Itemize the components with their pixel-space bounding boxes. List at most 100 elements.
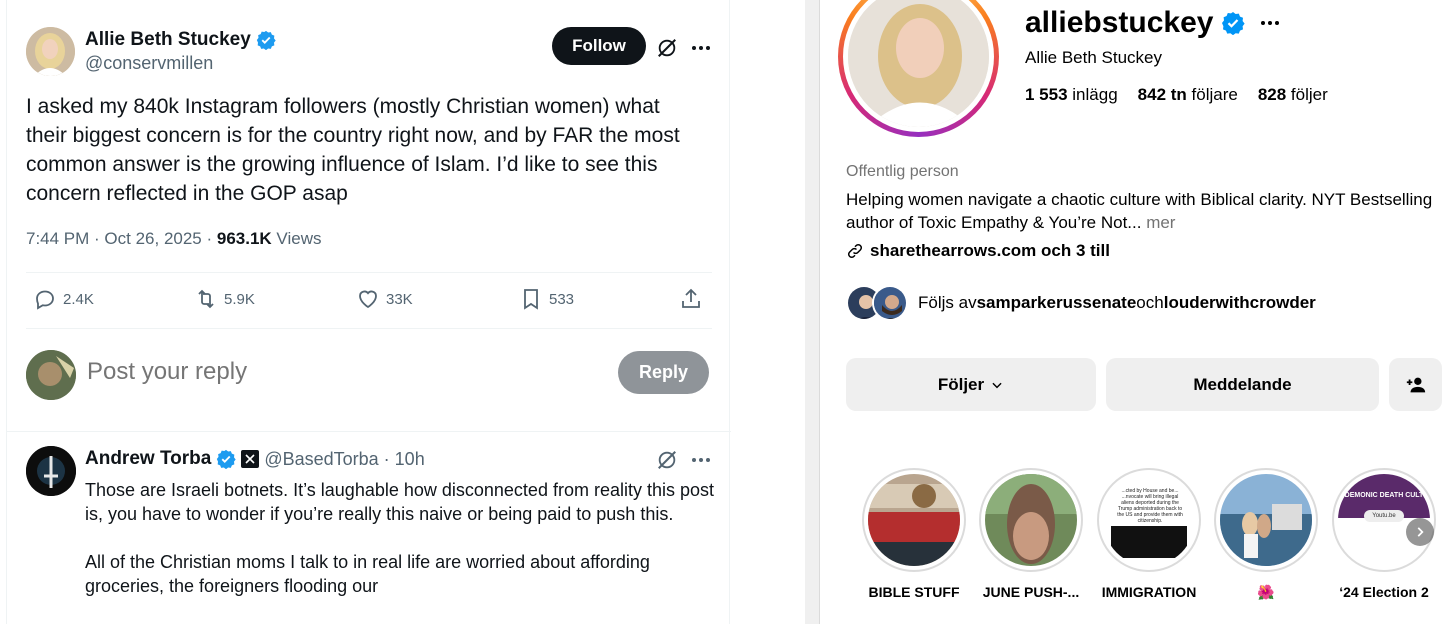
like-count: 33K <box>386 290 413 308</box>
more-options-icon[interactable] <box>689 36 713 60</box>
highlight-label: 🌺 <box>1257 584 1275 600</box>
profile-link-text[interactable]: sharethearrows.com och 3 till <box>870 241 1110 261</box>
username-text: alliebstuckey <box>1025 6 1214 39</box>
mutual-name[interactable]: louderwithcrowder <box>1164 293 1316 313</box>
posts-label: inlägg <box>1067 85 1118 104</box>
reply-time[interactable]: · 10h <box>384 449 425 470</box>
x-post-panel: Allie Beth Stuckey @conservmillen Follow… <box>0 0 805 624</box>
x-post-card: Allie Beth Stuckey @conservmillen Follow… <box>6 0 731 624</box>
follow-button[interactable]: Follow <box>552 27 646 65</box>
panel-divider <box>805 0 820 624</box>
views-count: 963.1K <box>216 229 272 248</box>
profile-avatar-story-ring[interactable] <box>838 0 999 137</box>
highlight-june-push[interactable]: JUNE PUSH-... <box>979 468 1083 600</box>
reply-paragraph: Those are Israeli botnets. It’s laughabl… <box>85 480 715 524</box>
reply-author-name[interactable]: Andrew Torba @BasedTorba · 10h <box>85 448 425 470</box>
highlight-immigration[interactable]: ...cted by House and be... ...nvocate wi… <box>1097 468 1201 600</box>
author-name-text[interactable]: Allie Beth Stuckey <box>85 29 251 51</box>
grok-icon[interactable] <box>655 36 679 60</box>
bio-more-link[interactable]: mer <box>1141 213 1175 232</box>
following-label: följer <box>1286 85 1328 104</box>
share-action[interactable] <box>679 287 703 311</box>
bio-text: Helping women navigate a chaotic culture… <box>846 190 1433 232</box>
highlight-bible-stuff[interactable]: BIBLE STUFF <box>862 468 966 600</box>
profile-avatar[interactable] <box>848 0 989 127</box>
following-button[interactable]: Följer <box>846 358 1096 411</box>
highlight-label: BIBLE STUFF <box>868 584 960 600</box>
bookmark-action[interactable]: 533 <box>519 287 574 311</box>
author-avatar[interactable] <box>26 27 75 76</box>
highlight-cover: ...cted by House and be... ...nvocate wi… <box>1103 474 1195 566</box>
link-icon <box>847 243 863 259</box>
divider <box>26 272 712 273</box>
bookmark-icon <box>524 289 538 310</box>
add-user-icon <box>1406 377 1425 392</box>
reply-author-name-text[interactable]: Andrew Torba <box>85 448 211 470</box>
reply-action[interactable]: 2.4K <box>33 287 94 311</box>
profile-full-name: Allie Beth Stuckey <box>1025 48 1163 67</box>
following-count: 828 <box>1257 85 1287 104</box>
following-button-label: Följer <box>937 374 985 394</box>
highlight-flower[interactable]: 🌺 <box>1214 468 1318 601</box>
highlight-cover <box>985 474 1077 566</box>
tweet-text: I asked my 840k Instagram followers (mos… <box>26 95 680 205</box>
heart-icon <box>359 290 377 309</box>
divider <box>26 328 712 329</box>
highlight-cover <box>868 474 960 566</box>
highlight-label: ‘24 Election 2 <box>1339 584 1429 600</box>
highlight-caption: Youtu.be <box>1364 510 1404 522</box>
highlight-label: IMMIGRATION <box>1101 584 1197 600</box>
more-options-icon[interactable] <box>1259 20 1281 26</box>
profile-username: alliebstuckey <box>1025 6 1281 40</box>
like-action[interactable]: 33K <box>356 287 413 311</box>
grok-icon[interactable] <box>655 448 679 472</box>
reply-text: Those are Israeli botnets. It’s laughabl… <box>85 478 715 622</box>
instagram-profile-panel: alliebstuckey Allie Beth Stuckey 1 553 i… <box>820 0 1456 624</box>
followers-count: 842 tn <box>1137 85 1187 104</box>
reply-paragraph: All of the Christian moms I talk to in r… <box>85 552 650 596</box>
repost-count: 5.9K <box>224 290 255 308</box>
mutual-name[interactable]: samparkerussenate <box>977 293 1137 313</box>
reply-author-handle[interactable]: @BasedTorba <box>264 449 378 470</box>
repost-icon <box>198 289 214 309</box>
profile-link[interactable]: sharethearrows.com och 3 till <box>846 241 1110 261</box>
followers-label: följare <box>1186 85 1238 104</box>
reply-input[interactable] <box>87 358 507 386</box>
chevron-down-icon <box>992 382 1002 388</box>
repost-action[interactable]: 5.9K <box>194 287 255 311</box>
verified-badge-icon <box>256 30 276 50</box>
followers-stat[interactable]: 842 tn följare <box>1138 85 1238 105</box>
profile-stats: 1 553 inlägg 842 tn följare 828 följer <box>1025 85 1328 105</box>
author-handle[interactable]: @conservmillen <box>85 53 213 74</box>
add-user-button[interactable] <box>1389 358 1442 411</box>
message-button[interactable]: Meddelande <box>1106 358 1379 411</box>
followed-by-prefix: Följs av <box>918 293 977 312</box>
highlight-caption: ...cted by House and be... ...nvocate wi… <box>1117 488 1183 524</box>
verified-badge-icon <box>217 449 236 469</box>
highlight-cover <box>1220 474 1312 566</box>
current-user-avatar[interactable] <box>26 350 76 400</box>
followed-by[interactable]: Följs av samparkerussenate och louderwit… <box>846 285 1316 321</box>
reply-count: 2.4K <box>63 290 94 308</box>
tweet-meta: 7:44 PM · Oct 26, 2025 · 963.1K Views <box>26 229 321 249</box>
highlights-next-button[interactable] <box>1406 518 1434 546</box>
bookmark-count: 533 <box>549 290 575 308</box>
reply-author-avatar[interactable] <box>26 446 76 496</box>
verified-badge-icon <box>1222 12 1246 35</box>
views-label: Views <box>271 229 322 248</box>
reply-icon <box>36 290 54 310</box>
highlight-label: JUNE PUSH-... <box>982 584 1080 600</box>
reply-button[interactable]: Reply <box>618 351 709 394</box>
profile-bio: Helping women navigate a chaotic culture… <box>846 188 1446 234</box>
highlight-caption: DEMONIC DEATH CULT <box>1344 492 1424 499</box>
more-options-icon[interactable] <box>689 448 713 472</box>
followed-by-and: och <box>1136 293 1164 312</box>
tweet-time[interactable]: 7:44 PM · Oct 26, 2025 · <box>26 229 217 248</box>
posts-count: 1 553 <box>1025 85 1068 104</box>
following-stat[interactable]: 828 följer <box>1258 85 1328 105</box>
chevron-right-icon <box>1417 527 1424 537</box>
profile-category: Offentlig person <box>846 163 959 180</box>
author-name[interactable]: Allie Beth Stuckey <box>85 29 276 51</box>
mutual-avatar <box>872 285 908 321</box>
posts-stat: 1 553 inlägg <box>1025 85 1118 105</box>
